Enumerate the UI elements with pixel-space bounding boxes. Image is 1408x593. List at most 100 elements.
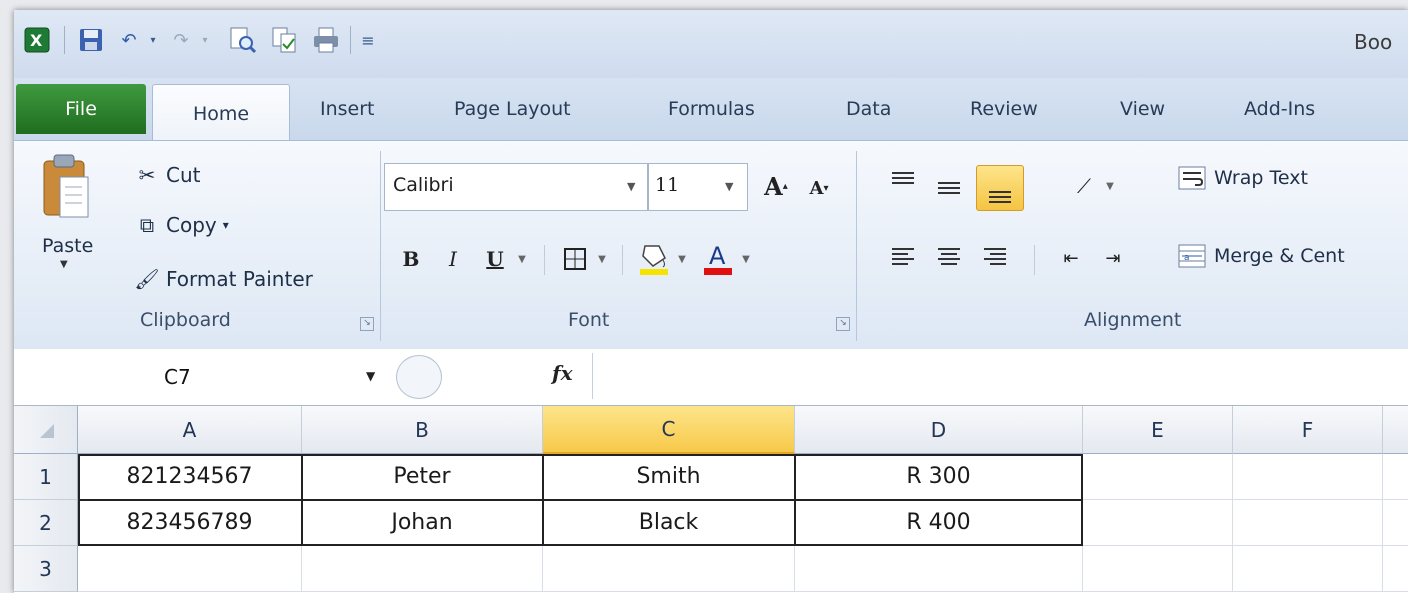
merge-center-button[interactable]: a Merge & Cent bbox=[1176, 241, 1345, 271]
cell[interactable] bbox=[1383, 454, 1408, 500]
cell-a2[interactable]: 823456789 bbox=[78, 500, 302, 546]
column-header-next[interactable] bbox=[1383, 406, 1408, 454]
align-top-icon[interactable] bbox=[888, 169, 918, 199]
clipboard-launcher-icon[interactable]: ↘ bbox=[360, 317, 374, 331]
column-header-c[interactable]: C bbox=[543, 406, 795, 454]
column-header-e[interactable]: E bbox=[1083, 406, 1233, 454]
alignment-group-label: Alignment bbox=[1084, 309, 1182, 331]
row-header-2[interactable]: 2 bbox=[14, 500, 78, 546]
borders-dropdown-icon[interactable]: ▼ bbox=[594, 241, 610, 277]
tab-data[interactable]: Data bbox=[846, 98, 891, 120]
decrease-indent-icon[interactable]: ⇤ bbox=[1054, 241, 1088, 275]
tab-add-ins[interactable]: Add-Ins bbox=[1244, 98, 1315, 120]
cell-b2[interactable]: Johan bbox=[302, 500, 543, 546]
cell-c1[interactable]: Smith bbox=[543, 454, 795, 500]
cell-b3[interactable] bbox=[302, 546, 543, 592]
align-bottom-icon bbox=[985, 176, 1015, 206]
paste-dropdown-icon[interactable]: ▼ bbox=[60, 259, 68, 270]
align-middle-icon[interactable] bbox=[934, 173, 964, 203]
grow-font-button[interactable]: A ▴ bbox=[758, 169, 794, 203]
align-left-icon[interactable] bbox=[888, 241, 918, 271]
select-all-corner[interactable] bbox=[14, 406, 78, 454]
cell[interactable] bbox=[1383, 500, 1408, 546]
tab-formulas[interactable]: Formulas bbox=[668, 98, 755, 120]
fill-color-dropdown-icon[interactable]: ▼ bbox=[674, 241, 690, 277]
bold-button[interactable]: B bbox=[396, 241, 426, 277]
formula-bar-divider[interactable] bbox=[396, 355, 442, 399]
cell-c3[interactable] bbox=[543, 546, 795, 592]
font-name-dropdown[interactable]: Calibri ▼ bbox=[384, 163, 648, 211]
cell-f2[interactable] bbox=[1233, 500, 1383, 546]
align-center-icon[interactable] bbox=[934, 241, 964, 271]
save-icon[interactable] bbox=[76, 24, 106, 56]
name-box[interactable]: C7 ▼ bbox=[14, 353, 394, 399]
cell-e3[interactable] bbox=[1083, 546, 1233, 592]
tab-file[interactable]: File bbox=[16, 84, 146, 134]
cell-c2[interactable]: Black bbox=[543, 500, 795, 546]
copy-button[interactable]: ⧉ Copy ▾ bbox=[134, 213, 229, 237]
print-icon[interactable] bbox=[310, 24, 342, 56]
row-header-3[interactable]: 3 bbox=[14, 546, 78, 592]
wrap-text-button[interactable]: Wrap Text bbox=[1176, 163, 1308, 193]
cell-e2[interactable] bbox=[1083, 500, 1233, 546]
undo-dropdown-icon[interactable]: ▾ bbox=[144, 24, 162, 56]
ribbon-tabs: File Home Insert Page Layout Formulas Da… bbox=[14, 78, 1408, 143]
insert-function-button[interactable]: fx bbox=[552, 361, 573, 385]
customize-icon[interactable]: ≡ bbox=[358, 24, 378, 56]
font-color-icon[interactable]: A bbox=[698, 237, 738, 279]
cell-d3[interactable] bbox=[795, 546, 1083, 592]
undo-icon[interactable]: ↶ bbox=[114, 24, 144, 56]
row-header-1[interactable]: 1 bbox=[14, 454, 78, 500]
font-size-dropdown[interactable]: 11 ▼ bbox=[648, 163, 748, 211]
name-box-arrow-icon[interactable]: ▼ bbox=[366, 369, 375, 383]
align-bottom-button[interactable] bbox=[976, 165, 1024, 211]
tab-review[interactable]: Review bbox=[970, 98, 1038, 120]
tab-home[interactable]: Home bbox=[152, 84, 290, 143]
format-painter-button[interactable]: 🖌 Format Painter bbox=[134, 267, 313, 291]
cell-a1[interactable]: 821234567 bbox=[78, 454, 302, 500]
paste-button[interactable]: Paste bbox=[42, 235, 93, 257]
italic-button[interactable]: I bbox=[438, 241, 468, 277]
wrap-text-icon bbox=[1178, 166, 1206, 190]
cell-d1[interactable]: R 300 bbox=[795, 454, 1083, 500]
increase-indent-icon[interactable]: ⇥ bbox=[1096, 241, 1130, 275]
copy-dropdown-icon[interactable]: ▾ bbox=[223, 218, 229, 232]
tab-page-layout[interactable]: Page Layout bbox=[454, 98, 571, 120]
spelling-icon[interactable] bbox=[268, 24, 300, 56]
underline-button[interactable]: U bbox=[480, 241, 510, 277]
cell-f3[interactable] bbox=[1233, 546, 1383, 592]
font-launcher-icon[interactable]: ↘ bbox=[836, 317, 850, 331]
tab-view[interactable]: View bbox=[1120, 98, 1165, 120]
cut-label: Cut bbox=[166, 163, 201, 187]
shrink-font-button[interactable]: A ▾ bbox=[804, 173, 834, 203]
separator bbox=[544, 245, 545, 275]
cut-button[interactable]: ✂ Cut bbox=[134, 163, 201, 187]
borders-icon[interactable] bbox=[558, 241, 592, 277]
copy-label: Copy bbox=[166, 213, 217, 237]
column-header-b[interactable]: B bbox=[302, 406, 543, 454]
font-group-label: Font bbox=[568, 309, 610, 331]
column-header-a[interactable]: A bbox=[78, 406, 302, 454]
redo-dropdown-icon[interactable]: ▾ bbox=[196, 24, 214, 56]
cell-f1[interactable] bbox=[1233, 454, 1383, 500]
cell[interactable] bbox=[1383, 546, 1408, 592]
orientation-dropdown-icon[interactable]: ▼ bbox=[1102, 171, 1118, 201]
table-border bbox=[78, 499, 1083, 501]
font-color-dropdown-icon[interactable]: ▼ bbox=[738, 241, 754, 277]
column-header-f[interactable]: F bbox=[1233, 406, 1383, 454]
excel-icon[interactable]: X bbox=[22, 24, 52, 56]
print-preview-icon[interactable] bbox=[226, 24, 258, 56]
cell-a3[interactable] bbox=[78, 546, 302, 592]
orientation-icon[interactable]: ⟋ bbox=[1064, 171, 1104, 201]
cell-b1[interactable]: Peter bbox=[302, 454, 543, 500]
cell-e1[interactable] bbox=[1083, 454, 1233, 500]
fill-color-icon[interactable] bbox=[634, 237, 674, 279]
paste-icon[interactable] bbox=[40, 153, 92, 223]
redo-icon[interactable]: ↷ bbox=[166, 24, 196, 56]
align-right-icon[interactable] bbox=[980, 241, 1010, 271]
underline-dropdown-icon[interactable]: ▼ bbox=[514, 241, 530, 277]
tab-insert[interactable]: Insert bbox=[320, 98, 375, 120]
cell-d2[interactable]: R 400 bbox=[795, 500, 1083, 546]
formula-input[interactable] bbox=[592, 353, 1408, 399]
column-header-d[interactable]: D bbox=[795, 406, 1083, 454]
